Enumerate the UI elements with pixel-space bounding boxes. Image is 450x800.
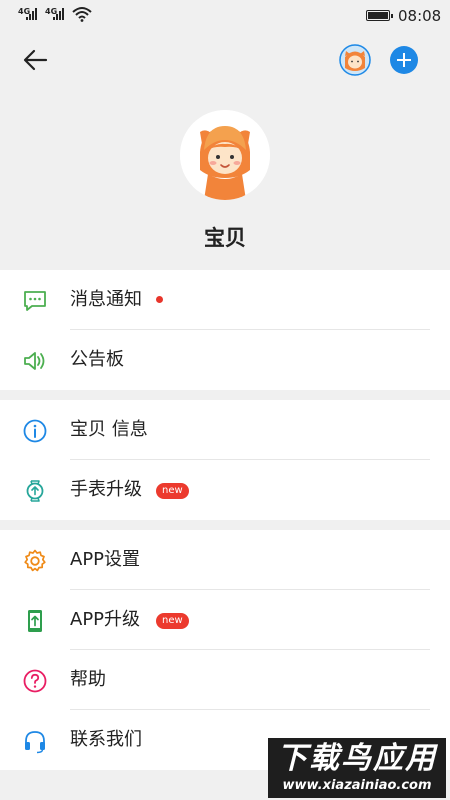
add-button[interactable]	[390, 46, 418, 74]
child-avatar-icon	[339, 44, 371, 76]
headset-icon	[25, 731, 45, 754]
menu-group-app: APP设置 APP升级 new 帮助 联系我们	[0, 530, 450, 770]
profile-avatar[interactable]	[180, 110, 270, 200]
menu-item-label: 消息通知	[70, 289, 142, 310]
menu-item-label: 帮助	[70, 669, 106, 690]
menu-item-label: APP升级	[70, 609, 141, 630]
menu-item-label: 手表升级	[70, 479, 142, 500]
menu-item-message-notification[interactable]: 消息通知	[0, 270, 450, 330]
menu-item-label: APP设置	[70, 549, 141, 570]
menu-item-watch-upgrade[interactable]: 手表升级 new	[0, 460, 450, 520]
status-bar: 4G 4G 08:08	[0, 0, 450, 32]
new-badge: new	[156, 483, 189, 499]
speaker-icon	[24, 352, 45, 370]
help-icon	[23, 669, 47, 693]
menu-group-notifications: 消息通知 公告板	[0, 270, 450, 390]
arrow-left-icon	[23, 49, 48, 71]
phone-upgrade-icon	[28, 610, 42, 632]
signal-icon-2	[53, 8, 64, 20]
battery-icon	[366, 10, 393, 21]
gear-icon	[24, 549, 46, 572]
menu-item-app-settings[interactable]: APP设置	[0, 530, 450, 590]
profile-name: 宝贝	[204, 226, 246, 250]
back-button[interactable]	[20, 44, 52, 76]
info-icon	[23, 419, 47, 443]
menu-group-device: 宝贝 信息 手表升级 new	[0, 400, 450, 520]
watch-upgrade-icon	[26, 480, 44, 502]
unread-dot	[156, 296, 163, 303]
menu-item-app-upgrade[interactable]: APP升级 new	[0, 590, 450, 650]
child-avatar-icon	[180, 110, 270, 200]
wifi-icon	[72, 7, 92, 22]
menu-item-label: 宝贝 信息	[70, 419, 148, 440]
watermark-title: 下载鸟应用	[277, 741, 437, 776]
switch-child-button[interactable]	[339, 44, 371, 76]
menu-item-bulletin-board[interactable]: 公告板	[0, 330, 450, 390]
watermark: 下载鸟应用 www.xiazainiao.com	[268, 738, 446, 798]
menu-item-label: 联系我们	[70, 729, 142, 750]
menu-item-child-info[interactable]: 宝贝 信息	[0, 400, 450, 460]
status-time: 08:08	[398, 7, 442, 25]
menu-item-label: 公告板	[70, 349, 124, 370]
message-icon	[24, 291, 46, 311]
signal-icon-1	[26, 8, 37, 20]
watermark-url: www.xiazainiao.com	[282, 778, 432, 793]
new-badge: new	[156, 613, 189, 629]
menu-item-help[interactable]: 帮助	[0, 650, 450, 710]
